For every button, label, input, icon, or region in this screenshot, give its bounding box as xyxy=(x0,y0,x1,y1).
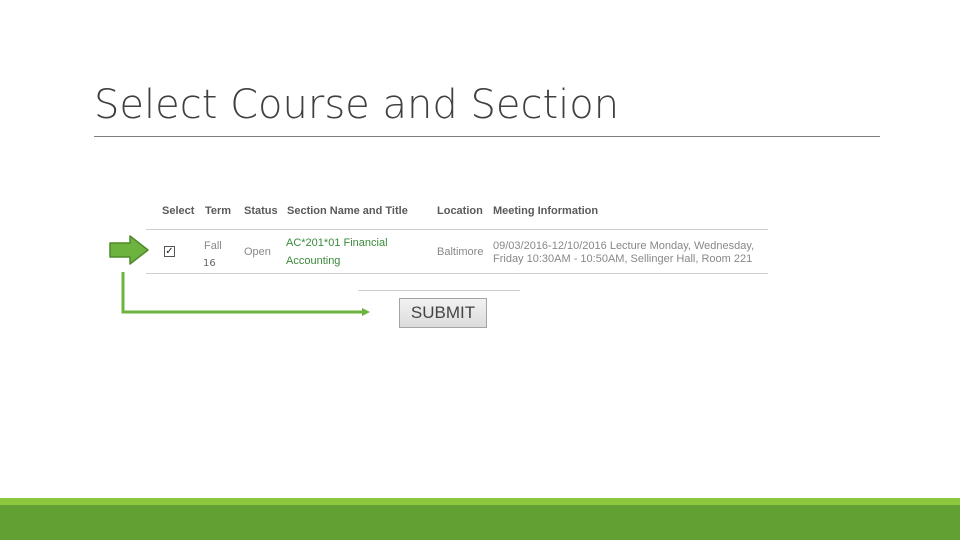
section-name-link[interactable]: AC*201*01 Financial xyxy=(286,236,388,251)
header-term: Term xyxy=(205,205,232,217)
elbow-arrow-icon xyxy=(121,272,370,316)
meeting-info-line2: Friday 10:30AM - 10:50AM, Sellinger Hall… xyxy=(493,253,753,265)
right-arrow-icon xyxy=(109,235,149,265)
title-divider xyxy=(94,136,880,137)
header-status: Status xyxy=(244,205,278,217)
header-meeting-info: Meeting Information xyxy=(493,205,599,217)
term-cell: Fall xyxy=(204,240,222,252)
section-title-link[interactable]: Accounting xyxy=(286,254,340,269)
slide-title: Select Course and Section xyxy=(94,82,620,128)
footer-accent-bar xyxy=(0,498,960,505)
location-cell: Baltimore xyxy=(437,246,484,258)
footer-bar xyxy=(0,505,960,540)
select-checkbox[interactable]: ✓ xyxy=(164,246,175,257)
header-select: Select xyxy=(162,205,195,217)
header-divider xyxy=(146,229,768,230)
submit-divider xyxy=(358,290,520,291)
submit-button[interactable]: SUBMIT xyxy=(399,298,487,328)
header-section-name: Section Name and Title xyxy=(287,205,408,217)
header-location: Location xyxy=(437,205,483,217)
term-year-cell: 16 xyxy=(203,258,216,269)
checkmark-icon: ✓ xyxy=(165,245,174,257)
status-cell: Open xyxy=(244,246,271,258)
